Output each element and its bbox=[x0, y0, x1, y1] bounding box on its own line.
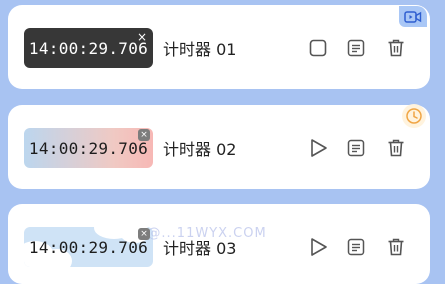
timer-time: 14:00:29.706 bbox=[28, 237, 149, 257]
timer-card[interactable]: 14:00:29.706 × 计时器 02 bbox=[8, 105, 430, 189]
timer-name: 计时器 01 bbox=[163, 40, 237, 59]
stop-button[interactable] bbox=[306, 36, 330, 60]
timer-display: 14:00:29.706 × bbox=[24, 128, 153, 168]
play-button[interactable] bbox=[306, 235, 330, 259]
play-button[interactable] bbox=[306, 136, 330, 160]
play-icon bbox=[311, 238, 327, 256]
notes-icon bbox=[347, 39, 365, 57]
timer-display: 14:00:29.706 × bbox=[24, 227, 153, 267]
delete-button[interactable] bbox=[384, 36, 408, 60]
notes-icon bbox=[347, 139, 365, 157]
delete-button[interactable] bbox=[384, 235, 408, 259]
trash-icon bbox=[388, 238, 404, 256]
timer-list-screen: { "timers": [ {"time": "14:00:29.706", "… bbox=[0, 0, 445, 284]
timer-card[interactable]: 14:00:29.706 × 计时器 03 bbox=[8, 204, 430, 284]
trash-icon bbox=[388, 39, 404, 57]
notes-button[interactable] bbox=[344, 235, 368, 259]
stop-icon bbox=[309, 39, 327, 57]
close-icon[interactable]: × bbox=[138, 129, 150, 141]
play-icon bbox=[311, 139, 327, 157]
notes-button[interactable] bbox=[344, 36, 368, 60]
timer-time: 14:00:29.706 bbox=[28, 138, 149, 158]
delete-button[interactable] bbox=[384, 136, 408, 160]
timer-display: 14:00:29.706 × bbox=[24, 28, 153, 68]
video-icon[interactable] bbox=[399, 6, 427, 27]
timer-name: 计时器 03 bbox=[163, 239, 237, 258]
notes-icon bbox=[347, 238, 365, 256]
close-icon[interactable]: × bbox=[135, 30, 149, 44]
close-icon[interactable]: × bbox=[138, 228, 150, 240]
notes-button[interactable] bbox=[344, 136, 368, 160]
clock-icon[interactable] bbox=[402, 104, 426, 128]
timer-card[interactable]: 14:00:29.706 × 计时器 01 bbox=[8, 5, 430, 89]
timer-time: 14:00:29.706 bbox=[28, 38, 149, 58]
timer-name: 计时器 02 bbox=[163, 140, 237, 159]
trash-icon bbox=[388, 139, 404, 157]
